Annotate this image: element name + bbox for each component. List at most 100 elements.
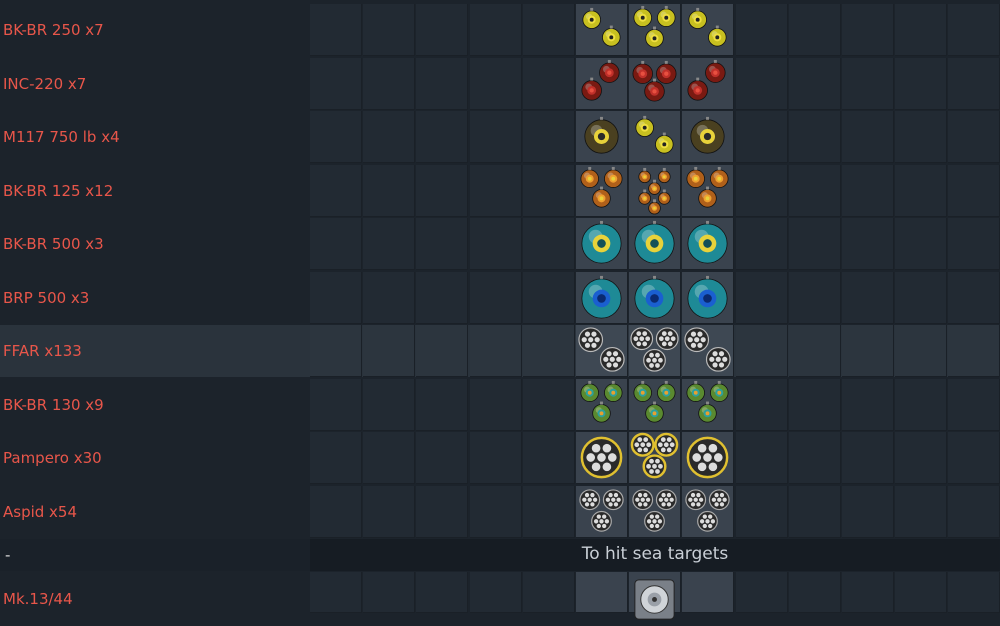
weapon-slot-filled[interactable] — [629, 432, 682, 484]
weapon-slot-empty[interactable] — [363, 218, 416, 270]
weapon-slot-filled[interactable] — [576, 485, 628, 538]
loadout-row[interactable]: BK-BR 130 x9 — [0, 378, 1000, 431]
weapon-slot-empty[interactable] — [416, 4, 469, 56]
weapon-slot-empty[interactable] — [948, 4, 1000, 56]
weapon-slot-empty[interactable] — [735, 271, 788, 324]
loadout-row[interactable]: BK-BR 250 x7 — [0, 4, 1000, 56]
weapon-slot-empty[interactable] — [735, 57, 788, 110]
weapon-slot-filled[interactable] — [682, 111, 735, 163]
weapon-slot-empty[interactable] — [895, 57, 948, 110]
weapon-slot-filled[interactable] — [576, 111, 628, 163]
weapon-slot-empty[interactable] — [363, 57, 416, 110]
weapon-slot-empty[interactable] — [416, 432, 469, 484]
weapon-slot-empty[interactable] — [948, 218, 1000, 270]
weapon-slot-filled[interactable] — [576, 432, 628, 484]
weapon-slot-empty[interactable] — [788, 218, 841, 270]
weapon-slot-filled[interactable] — [682, 325, 735, 377]
weapon-slot-empty[interactable] — [948, 325, 1000, 377]
weapon-slot-empty[interactable] — [788, 4, 841, 56]
weapon-slot-empty[interactable] — [363, 572, 416, 613]
weapon-slot-empty[interactable] — [895, 572, 948, 613]
weapon-slot-empty[interactable] — [788, 485, 841, 538]
weapon-slot-empty[interactable] — [842, 218, 894, 270]
weapon-slot-empty[interactable] — [310, 572, 362, 613]
weapon-slot-empty[interactable] — [416, 378, 469, 431]
weapon-slot-empty[interactable] — [522, 57, 575, 110]
weapon-slot-filled[interactable] — [629, 485, 682, 538]
weapon-slot-filled[interactable] — [576, 271, 628, 324]
weapon-slot-empty[interactable] — [895, 325, 948, 377]
weapon-slot-empty[interactable] — [522, 325, 575, 377]
loadout-row-torpedo[interactable]: Mk.13/44 — [0, 572, 1000, 620]
weapon-slot-empty[interactable] — [416, 57, 469, 110]
weapon-slot-filled[interactable] — [629, 271, 682, 324]
weapon-slot-empty[interactable] — [363, 432, 416, 484]
weapon-slot-empty[interactable] — [522, 572, 575, 613]
weapon-slot-filled[interactable] — [629, 57, 682, 110]
weapon-slot-empty[interactable] — [895, 271, 948, 324]
weapon-slot-filled[interactable] — [682, 164, 735, 217]
weapon-slot-empty[interactable] — [788, 271, 841, 324]
weapon-slot-empty[interactable] — [948, 485, 1000, 538]
weapon-slot-filled[interactable] — [682, 485, 735, 538]
weapon-slot-empty[interactable] — [735, 485, 788, 538]
weapon-slot-filled[interactable] — [629, 4, 682, 56]
weapon-slot-filled[interactable] — [682, 378, 735, 431]
weapon-slot-empty[interactable] — [842, 271, 894, 324]
weapon-slot-empty[interactable] — [948, 271, 1000, 324]
weapon-slot-empty[interactable] — [842, 485, 894, 538]
weapon-slot-empty[interactable] — [469, 432, 522, 484]
weapon-slot-empty[interactable] — [469, 485, 522, 538]
loadout-row[interactable]: Pampero x30 — [0, 432, 1000, 484]
loadout-row[interactable]: Aspid x54 — [0, 485, 1000, 538]
weapon-slot-empty[interactable] — [895, 378, 948, 431]
weapon-slot-filled[interactable] — [576, 325, 628, 377]
weapon-slot-empty[interactable] — [469, 271, 522, 324]
weapon-slot-empty[interactable] — [416, 218, 469, 270]
weapon-slot-filled[interactable] — [576, 4, 628, 56]
weapon-slot-empty[interactable] — [948, 572, 1000, 613]
weapon-slot-filled[interactable] — [576, 218, 628, 270]
weapon-slot-empty[interactable] — [416, 111, 469, 163]
weapon-slot-empty[interactable] — [522, 111, 575, 163]
weapon-slot-empty[interactable] — [735, 325, 788, 377]
loadout-row[interactable]: BK-BR 125 x12 — [0, 164, 1000, 217]
weapon-slot-empty[interactable] — [895, 218, 948, 270]
weapon-slot-empty[interactable] — [363, 164, 416, 217]
weapon-slot-filled[interactable] — [682, 271, 735, 324]
weapon-slot-filled[interactable] — [629, 111, 682, 163]
weapon-slot-empty[interactable] — [895, 485, 948, 538]
weapon-slot-empty[interactable] — [522, 4, 575, 56]
weapon-slot-empty[interactable] — [842, 325, 894, 377]
weapon-slot-empty[interactable] — [416, 325, 469, 377]
weapon-slot-empty[interactable] — [948, 432, 1000, 484]
weapon-slot-empty[interactable] — [682, 572, 735, 613]
weapon-slot-empty[interactable] — [310, 271, 362, 324]
weapon-slot-empty[interactable] — [895, 164, 948, 217]
weapon-slot-empty[interactable] — [735, 378, 788, 431]
weapon-slot-empty[interactable] — [522, 485, 575, 538]
weapon-slot-empty[interactable] — [948, 164, 1000, 217]
weapon-slot-empty[interactable] — [416, 271, 469, 324]
weapon-slot-empty[interactable] — [842, 111, 894, 163]
weapon-slot-empty[interactable] — [895, 4, 948, 56]
weapon-slot-empty[interactable] — [363, 111, 416, 163]
weapon-slot-empty[interactable] — [310, 218, 362, 270]
weapon-slot-empty[interactable] — [310, 485, 362, 538]
loadout-row[interactable]: INC-220 x7 — [0, 57, 1000, 110]
weapon-slot-empty[interactable] — [842, 572, 894, 613]
weapon-slot-empty[interactable] — [522, 432, 575, 484]
weapon-slot-empty[interactable] — [469, 4, 522, 56]
weapon-slot-empty[interactable] — [363, 325, 416, 377]
weapon-slot-filled[interactable] — [576, 378, 628, 431]
weapon-slot-empty[interactable] — [948, 378, 1000, 431]
weapon-slot-empty[interactable] — [522, 271, 575, 324]
loadout-row[interactable]: M117 750 lb x4 — [0, 111, 1000, 163]
weapon-slot-empty[interactable] — [788, 111, 841, 163]
weapon-slot-empty[interactable] — [469, 572, 522, 613]
weapon-slot-filled[interactable] — [682, 4, 735, 56]
weapon-slot-empty[interactable] — [522, 164, 575, 217]
loadout-row[interactable]: BK-BR 500 x3 — [0, 218, 1000, 270]
weapon-slot-empty[interactable] — [469, 57, 522, 110]
weapon-slot-empty[interactable] — [735, 111, 788, 163]
